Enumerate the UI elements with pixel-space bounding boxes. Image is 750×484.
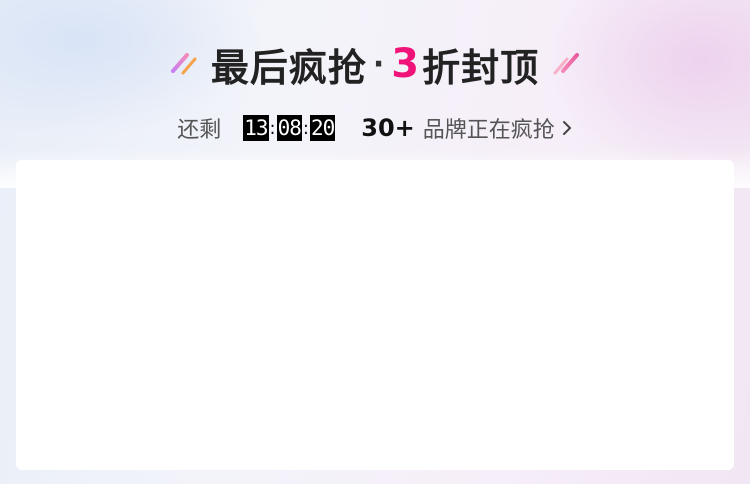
countdown-hours: 13 [243,115,269,141]
brands-label: 品牌正在疯抢 [422,118,555,143]
countdown-colon: : [269,117,276,139]
page-title: 最后疯抢 · 3 折封顶 [211,37,539,92]
title-separator: · [372,46,386,82]
promo-title-row: 最后疯抢 · 3 折封顶 [0,36,750,92]
brands-count: 30+ [361,114,415,142]
countdown-colon: : [302,117,309,139]
brands-link[interactable]: 30+ 品牌正在疯抢 [361,112,573,144]
title-text-part2: 折封顶 [422,45,540,90]
content-card [16,160,734,470]
title-text-part1: 最后疯抢 [210,45,367,90]
chevron-right-icon [562,121,571,135]
slash-decoration-icon [553,53,580,75]
slash-decoration-icon [170,53,197,75]
countdown-prefix: 还剩 [177,118,222,143]
countdown-timer: 13 : 08 : 20 [243,115,335,141]
countdown-row: 还剩 13 : 08 : 20 30+ 品牌正在疯抢 [0,110,750,146]
countdown-minutes: 08 [276,115,302,141]
title-discount-number: 3 [391,41,421,87]
countdown-seconds: 20 [309,115,335,141]
